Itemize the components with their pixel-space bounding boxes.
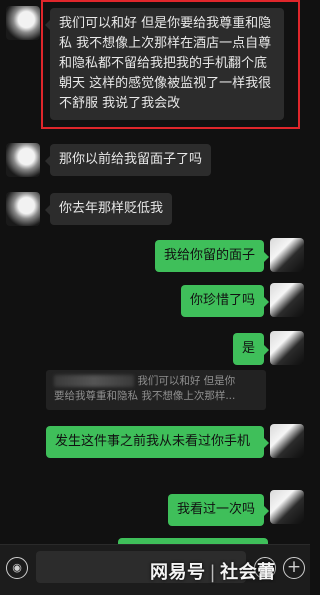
message-row: 我们可以和好 但是你要给我尊重和隐私 我不想像上次那样在酒店一点自尊和隐私都不留…: [0, 4, 310, 128]
my-avatar[interactable]: [270, 331, 304, 365]
voice-icon[interactable]: ◉: [6, 557, 28, 579]
message-bubble[interactable]: 我给你留的面子: [154, 240, 270, 272]
message-row: 你珍惜了吗: [0, 283, 310, 319]
message-row: 那你以前给我留面子了吗: [0, 143, 310, 179]
blurred-name: [54, 375, 134, 387]
message-row: 发生这件事之前我从未看过你手机: [0, 422, 310, 478]
my-avatar[interactable]: [270, 283, 304, 317]
watermark-brand: 网易号: [150, 562, 206, 583]
quote-line-1: 我们可以和好 但是你: [137, 375, 236, 387]
watermark-channel: 社会蕾: [220, 562, 276, 583]
quote-line-2: 要给我尊重和隐私 我不想像上次那样...: [54, 390, 236, 402]
contact-avatar[interactable]: [6, 6, 40, 40]
my-avatar[interactable]: [270, 490, 304, 524]
contact-avatar[interactable]: [6, 143, 40, 177]
my-avatar[interactable]: [270, 238, 304, 272]
watermark: 网易号 | 社会蕾: [150, 558, 276, 584]
message-row: 我看过一次吗: [0, 490, 310, 526]
message-bubble[interactable]: 你去年那样贬低我: [44, 193, 173, 225]
message-row: 我给你留的面子: [0, 238, 310, 274]
quoted-message[interactable]: 我们可以和好 但是你 要给我尊重和隐私 我不想像上次那样...: [46, 370, 266, 410]
message-row: 你去年那样贬低我: [0, 192, 310, 228]
contact-avatar[interactable]: [6, 192, 40, 226]
message-bubble[interactable]: 发生这件事之前我从未看过你手机: [46, 426, 269, 458]
message-bubble[interactable]: 我们可以和好 但是你要给我尊重和隐私 我不想像上次那样在酒店一点自尊和隐私都不留…: [45, 8, 284, 120]
message-bubble[interactable]: 那你以前给我留面子了吗: [44, 144, 212, 176]
message-bubble[interactable]: 我看过一次吗: [167, 494, 270, 526]
watermark-separator: |: [209, 562, 217, 583]
plus-icon[interactable]: +: [283, 557, 305, 579]
message-row: 是: [0, 331, 310, 367]
message-bubble[interactable]: 你珍惜了吗: [180, 285, 270, 317]
message-bubble[interactable]: 是: [232, 333, 270, 365]
chat-area: 我们可以和好 但是你要给我尊重和隐私 我不想像上次那样在酒店一点自尊和隐私都不留…: [0, 0, 310, 546]
my-avatar[interactable]: [270, 424, 304, 458]
